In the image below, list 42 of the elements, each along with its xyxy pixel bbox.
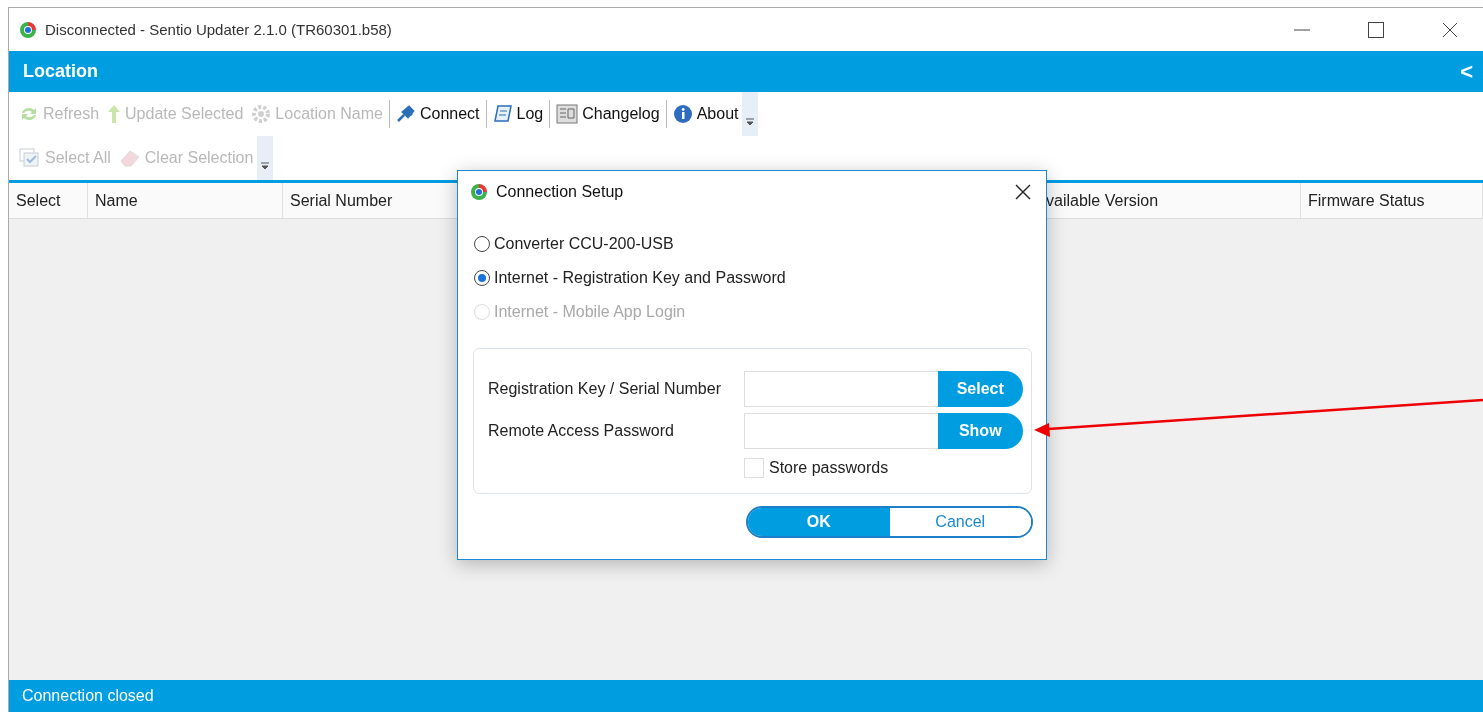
column-header[interactable]: Firmware Status [1301,183,1483,218]
checkbox[interactable] [744,458,764,478]
info-icon [672,104,693,124]
input-field[interactable] [743,413,938,449]
checkbox-label: Store passwords [769,459,889,477]
toolbar-button[interactable]: Log [488,99,548,129]
toolbar-button[interactable]: Changelog [552,99,664,129]
toolbar-overflow-button[interactable] [257,136,274,180]
overflow-icon [261,162,270,170]
close-icon [1015,184,1031,200]
field-label: Remote Access Password [488,422,675,440]
gear-icon [251,104,272,124]
maximize-icon [1368,21,1384,38]
column-header[interactable]: Select [9,183,88,218]
field-label: Registration Key / Serial Number [488,380,722,398]
plug-icon [395,105,416,123]
panel-title: Location [23,61,98,82]
toolbar-button[interactable]: Connect [391,99,484,129]
app-logo-icon [470,183,488,201]
checkbox-list-icon [19,148,41,168]
window-title: Disconnected - Sentio Updater 2.1.0 (TR60301.b58) [45,21,393,38]
scroll-icon [492,104,513,124]
column-header[interactable]: Name [88,183,283,218]
overflow-icon [746,118,755,126]
field-button[interactable]: Show [937,413,1023,449]
collapse-button[interactable]: < [1460,58,1473,85]
toolbar-button[interactable]: About [668,99,743,129]
eraser-icon [118,149,141,167]
refresh-icon [19,105,39,123]
app-logo-icon [19,20,37,39]
up-arrow-icon [107,104,122,124]
status-text: Connection closed [22,687,154,705]
toolbar-overflow-button[interactable] [742,92,759,136]
field-button[interactable]: Select [937,371,1023,407]
input-field[interactable] [743,371,938,407]
radio-option[interactable]: Internet - Registration Key and Password [474,267,1030,289]
close-icon [1442,21,1458,38]
document-icon [556,104,579,124]
radio-option[interactable]: Converter CCU-200-USB [474,233,1030,255]
minimize-icon [1294,28,1310,31]
ok-button[interactable]: OK [748,508,890,536]
dialog-title: Connection Setup [496,183,625,201]
